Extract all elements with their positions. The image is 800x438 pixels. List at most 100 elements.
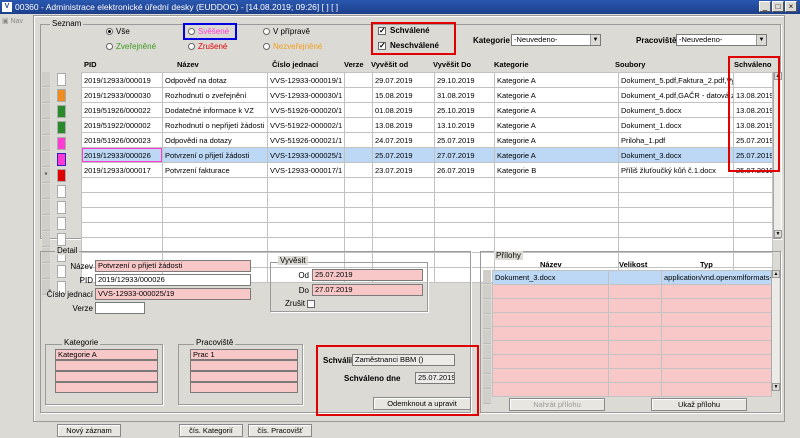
prilohy-cell-velikost[interactable] <box>608 312 662 327</box>
prilohy-row-empty[interactable] <box>492 298 772 313</box>
maximize-button[interactable]: □ <box>772 1 784 12</box>
row-indicator[interactable] <box>42 104 50 119</box>
check-schvalene[interactable]: ✓ Schválené <box>378 26 430 35</box>
cell-pid[interactable]: 2019/51926/000022 <box>81 102 163 118</box>
scroll-down-icon[interactable]: ▼ <box>772 383 780 391</box>
table-row[interactable]: 2019/51926/000023 Odpovědi na dotazy VVS-5… <box>81 132 773 148</box>
header-soubory[interactable]: Soubory <box>615 60 645 69</box>
prilohy-row-empty[interactable] <box>492 312 772 327</box>
cell-schvaleno[interactable] <box>733 222 773 238</box>
row-indicator[interactable] <box>42 184 50 199</box>
row-marker[interactable] <box>42 104 72 120</box>
prilohy-row-indicator[interactable] <box>483 390 491 404</box>
cell-do[interactable]: 27.07.2019 <box>434 147 495 163</box>
prilohy-cell-velikost[interactable] <box>608 368 662 383</box>
radio-nezverejnene[interactable]: Nezveřejněné <box>263 42 322 51</box>
cell-cj[interactable]: VVS-12933-000017/1 <box>267 162 345 178</box>
cell-do[interactable] <box>434 207 495 223</box>
pracoviste-item-empty[interactable] <box>190 371 298 382</box>
cell-verze[interactable] <box>344 117 373 133</box>
prilohy-cell-nazev[interactable] <box>492 354 609 369</box>
table-row[interactable]: 2019/12933/000026 Potvrzení o přijetí žád… <box>81 147 773 163</box>
cell-nazev[interactable] <box>162 222 268 238</box>
pracoviste-item[interactable]: Prac 1 <box>190 349 298 360</box>
cell-soubory[interactable]: Dokument_5.docx <box>618 102 734 118</box>
verze-field[interactable] <box>95 302 145 314</box>
cell-od[interactable]: 01.08.2019 <box>372 102 435 118</box>
pid-field[interactable]: 2019/12933/000026 <box>95 274 251 286</box>
cell-cj[interactable] <box>267 192 345 208</box>
prilohy-cell-nazev[interactable] <box>492 340 609 355</box>
cell-cj[interactable]: VVS-12933-000030/1 <box>267 87 345 103</box>
table-row[interactable]: 2019/12933/000017 Potvrzení fakturace VVS-… <box>81 162 773 178</box>
cell-soubory[interactable]: Dokument_5.pdf,Faktura_2.pdf,Vyjá <box>618 72 734 88</box>
cell-verze[interactable] <box>344 72 373 88</box>
cell-do[interactable]: 26.07.2019 <box>434 162 495 178</box>
cell-kat[interactable]: Kategorie A <box>494 72 619 88</box>
cell-od[interactable]: 15.08.2019 <box>372 87 435 103</box>
prilohy-cell-typ[interactable] <box>661 382 772 397</box>
row-indicator[interactable] <box>42 200 50 215</box>
cell-soubory[interactable]: Dokument_1.docx <box>618 117 734 133</box>
row-indicator[interactable] <box>42 216 50 231</box>
cell-od[interactable]: 29.07.2019 <box>372 72 435 88</box>
cell-od[interactable]: 23.07.2019 <box>372 162 435 178</box>
nav-menu[interactable]: ▣ Nav <box>2 17 23 25</box>
cell-nazev[interactable]: Odpovědi na dotazy <box>162 132 268 148</box>
cell-verze[interactable] <box>344 222 373 238</box>
cell-cj[interactable]: VVS-51926-000021/1 <box>267 132 345 148</box>
radio-svesene[interactable]: Svěšené <box>188 27 229 36</box>
radio-v-priprave[interactable]: V přípravě <box>263 27 310 36</box>
cell-do[interactable] <box>434 177 495 193</box>
cell-schvaleno[interactable] <box>733 177 773 193</box>
prilohy-cell-typ[interactable] <box>661 340 772 355</box>
cj-field[interactable]: VVS-12933-000025/19 <box>95 288 251 300</box>
table-row-empty[interactable] <box>81 222 773 238</box>
kategorie-filter-select[interactable]: -Neuvedeno- ▼ <box>511 34 601 46</box>
cell-kat[interactable]: Kategorie A <box>494 147 619 163</box>
kategorie-item-empty[interactable] <box>55 382 158 393</box>
prilohy-row-empty[interactable] <box>492 326 772 341</box>
cell-verze[interactable] <box>344 132 373 148</box>
row-marker[interactable] <box>42 136 72 152</box>
prilohy-cell-nazev[interactable] <box>492 312 609 327</box>
cell-nazev[interactable]: Potvrzení o přijetí žádosti <box>162 147 268 163</box>
cell-verze[interactable] <box>344 192 373 208</box>
cis-kategorii-button[interactable]: čís. Kategorií <box>179 424 243 437</box>
cell-verze[interactable] <box>344 207 373 223</box>
cell-soubory[interactable]: Dokument_4.pdf,GAČR - datová zpr <box>618 87 734 103</box>
cell-kat[interactable]: Kategorie A <box>494 102 619 118</box>
cell-pid[interactable]: 2019/12933/000026 <box>81 147 163 163</box>
cell-verze[interactable] <box>344 177 373 193</box>
cell-cj[interactable]: VVS-12933-000025/1 <box>267 147 345 163</box>
header-kategorie[interactable]: Kategorie <box>494 60 529 69</box>
row-indicator[interactable] <box>42 120 50 135</box>
prilohy-cell-typ[interactable]: application/vnd.openxmlformats-offi <box>661 270 772 285</box>
cell-kat[interactable]: Kategorie A <box>494 117 619 133</box>
cell-kat[interactable] <box>494 207 619 223</box>
prilohy-cell-typ[interactable] <box>661 368 772 383</box>
cell-do[interactable]: 25.10.2019 <box>434 102 495 118</box>
kategorie-item-empty[interactable] <box>55 360 158 371</box>
row-marker[interactable] <box>42 72 72 88</box>
cell-kat[interactable] <box>494 192 619 208</box>
cell-cj[interactable]: VVS-51926-000020/1 <box>267 102 345 118</box>
prilohy-cell-velikost[interactable] <box>608 354 662 369</box>
row-indicator[interactable] <box>42 232 50 247</box>
prilohy-header-nazev[interactable]: Název <box>540 260 562 269</box>
cell-do[interactable]: 29.10.2019 <box>434 72 495 88</box>
cell-pid[interactable]: 2019/12933/000017 <box>81 162 163 178</box>
prilohy-cell-nazev[interactable]: Dokument_3.docx <box>492 270 609 285</box>
row-indicator[interactable] <box>42 88 50 103</box>
pracoviste-list[interactable]: Prac 1 <box>190 349 298 393</box>
prilohy-cell-nazev[interactable] <box>492 368 609 383</box>
cell-nazev[interactable]: Potvrzení fakturace <box>162 162 268 178</box>
row-marker[interactable] <box>42 88 72 104</box>
pracoviste-item-empty[interactable] <box>190 382 298 393</box>
cell-kat[interactable]: Kategorie B <box>494 162 619 178</box>
prilohy-row-indicator[interactable] <box>483 300 491 314</box>
cell-nazev[interactable] <box>162 177 268 193</box>
cell-nazev[interactable]: Dodatečné informace k VZ <box>162 102 268 118</box>
cell-cj[interactable]: VVS-51922-000002/1 <box>267 117 345 133</box>
pracoviste-filter-select[interactable]: -Neuvedeno- ▼ <box>676 34 767 46</box>
